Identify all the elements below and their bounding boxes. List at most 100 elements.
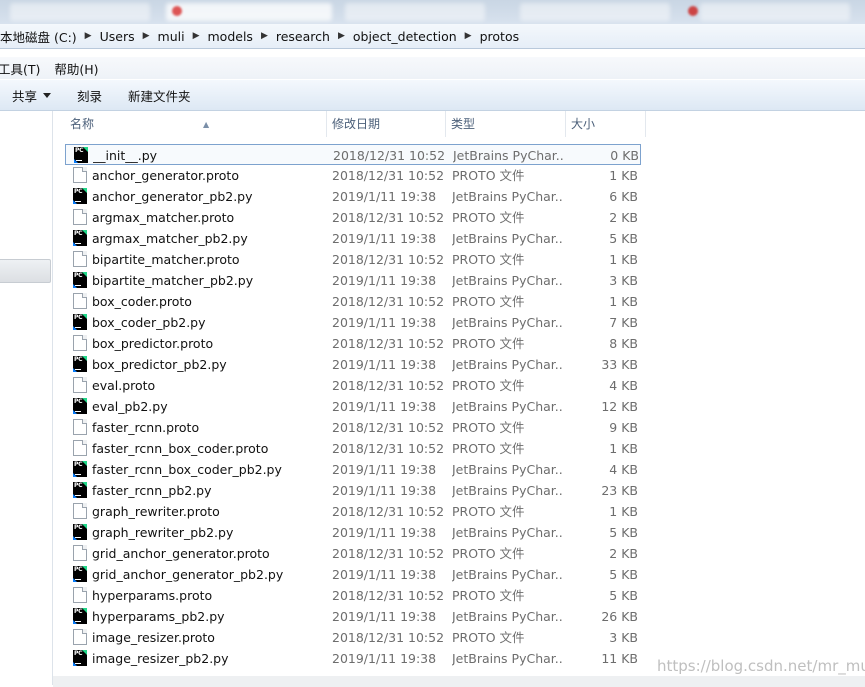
file-row[interactable]: faster_rcnn.proto 2018/12/31 10:52 PROTO 文… (65, 417, 641, 438)
file-row[interactable]: bipartite_matcher.proto 2018/12/31 10:52 P… (65, 249, 641, 270)
new-folder-button[interactable]: 新建文件夹 (116, 86, 191, 105)
document-file-icon (73, 293, 87, 309)
breadcrumb: 本地磁盘 (C:) ▶ Users ▶ muli ▶ models ▶ rese… (0, 24, 524, 48)
document-file-icon (73, 545, 87, 561)
file-date: 2019/1/11 19:38 (332, 483, 437, 498)
breadcrumb-item[interactable]: models (203, 29, 258, 44)
file-name: anchor_generator.proto (92, 168, 239, 183)
file-name: argmax_matcher_pb2.py (92, 231, 248, 246)
file-date: 2019/1/11 19:38 (332, 462, 437, 477)
document-file-icon (73, 587, 87, 603)
file-row[interactable]: graph_rewriter.proto 2018/12/31 10:52 PROT… (65, 501, 641, 522)
file-row[interactable]: PC box_predictor_pb2.py 2019/1/11 19:38 Jet… (65, 354, 641, 375)
file-row[interactable]: PC eval_pb2.py 2019/1/11 19:38 JetBrains Py… (65, 396, 641, 417)
blurred-tab (700, 3, 850, 21)
file-row[interactable]: faster_rcnn_box_coder.proto 2018/12/31 10… (65, 438, 641, 459)
breadcrumb-item[interactable]: 本地磁盘 (C:) (0, 27, 82, 46)
file-row[interactable]: box_predictor.proto 2018/12/31 10:52 PROTO… (65, 333, 641, 354)
column-header-date[interactable]: 修改日期 (327, 111, 446, 137)
column-header-size[interactable]: 大小 (566, 111, 646, 137)
file-name: eval_pb2.py (92, 399, 168, 414)
file-name: hyperparams.proto (92, 588, 213, 603)
file-type: JetBrains PyChar... (452, 609, 564, 624)
document-file-icon (73, 419, 87, 435)
file-list[interactable]: 名称 ▲ 修改日期 类型 大小 PC __init__.py 2018/12/31 … (53, 111, 865, 685)
file-size: 2 KB (609, 210, 638, 225)
chevron-right-icon[interactable]: ▶ (190, 31, 203, 41)
blurred-tab (345, 3, 485, 21)
browser-tab-strip (0, 0, 865, 24)
horizontal-scrollbar[interactable] (53, 676, 865, 687)
breadcrumb-item[interactable]: research (271, 29, 335, 44)
file-row[interactable]: PC graph_rewriter_pb2.py 2019/1/11 19:38 Je… (65, 522, 641, 543)
breadcrumb-item[interactable]: muli (153, 29, 190, 44)
file-size: 0 KB (610, 148, 639, 163)
file-size: 2 KB (609, 546, 638, 561)
file-size: 3 KB (609, 273, 638, 288)
pycharm-file-icon: PC (73, 482, 87, 498)
file-date: 2018/12/31 10:52 (332, 546, 445, 561)
file-type: JetBrains PyChar... (453, 148, 565, 163)
file-date: 2018/12/31 10:52 (332, 420, 445, 435)
file-type: JetBrains PyChar... (452, 651, 564, 666)
file-name: graph_rewriter.proto (92, 504, 220, 519)
breadcrumb-item[interactable]: object_detection (348, 29, 462, 44)
share-button[interactable]: 共享 (0, 86, 52, 105)
file-size: 1 KB (609, 294, 638, 309)
pycharm-file-icon: PC (73, 314, 87, 330)
file-row[interactable]: PC hyperparams_pb2.py 2019/1/11 19:38 JetBr… (65, 606, 641, 627)
file-name: image_resizer.proto (92, 630, 215, 645)
file-row[interactable]: anchor_generator.proto 2018/12/31 10:52 PR… (65, 165, 641, 186)
share-label: 共享 (12, 88, 38, 104)
file-row[interactable]: PC argmax_matcher_pb2.py 2019/1/11 19:38 Je… (65, 228, 641, 249)
burn-button[interactable]: 刻录 (65, 86, 102, 105)
chevron-right-icon[interactable]: ▶ (258, 31, 271, 41)
chevron-right-icon[interactable]: ▶ (140, 31, 153, 41)
file-type: PROTO 文件 (452, 294, 525, 309)
file-row[interactable]: PC box_coder_pb2.py 2019/1/11 19:38 JetBrai… (65, 312, 641, 333)
chevron-right-icon[interactable]: ▶ (82, 31, 95, 41)
file-date: 2019/1/11 19:38 (332, 189, 437, 204)
file-row[interactable]: image_resizer.proto 2018/12/31 10:52 PROTO… (65, 627, 641, 648)
pycharm-file-icon: PC (73, 461, 87, 477)
file-row[interactable]: eval.proto 2018/12/31 10:52 PROTO 文件 4 KB (65, 375, 641, 396)
chevron-right-icon[interactable]: ▶ (335, 31, 348, 41)
file-name: hyperparams_pb2.py (92, 609, 225, 624)
file-date: 2019/1/11 19:38 (332, 315, 437, 330)
navigation-pane[interactable] (0, 111, 53, 685)
breadcrumb-item[interactable]: Users (95, 29, 140, 44)
menu-help[interactable]: 帮助(H) (54, 59, 106, 78)
breadcrumb-item[interactable]: protos (475, 29, 525, 44)
file-type: PROTO 文件 (452, 210, 525, 225)
file-date: 2018/12/31 10:52 (332, 441, 445, 456)
file-name: box_predictor.proto (92, 336, 214, 351)
file-type: JetBrains PyChar... (452, 189, 564, 204)
file-row[interactable]: PC bipartite_matcher_pb2.py 2019/1/11 19:3… (65, 270, 641, 291)
column-header-size-label: 大小 (571, 117, 596, 131)
file-size: 8 KB (609, 336, 638, 351)
file-date: 2019/1/11 19:38 (332, 567, 437, 582)
file-type: PROTO 文件 (452, 378, 525, 393)
document-file-icon (73, 251, 87, 267)
file-row[interactable]: PC __init__.py 2018/12/31 10:52 JetBrains P… (65, 144, 641, 165)
nav-selected-item[interactable] (0, 259, 51, 283)
file-row[interactable]: PC anchor_generator_pb2.py 2019/1/11 19:38… (65, 186, 641, 207)
file-row[interactable]: grid_anchor_generator.proto 2018/12/31 10… (65, 543, 641, 564)
file-row[interactable]: PC grid_anchor_generator_pb2.py 2019/1/11 … (65, 564, 641, 585)
file-date: 2018/12/31 10:52 (332, 336, 445, 351)
file-name: faster_rcnn_box_coder.proto (92, 441, 269, 456)
menu-tools[interactable]: 工具(T) (0, 59, 48, 78)
file-row[interactable]: hyperparams.proto 2018/12/31 10:52 PROTO 文… (65, 585, 641, 606)
address-bar[interactable]: 本地磁盘 (C:) ▶ Users ▶ muli ▶ models ▶ rese… (0, 24, 865, 49)
chevron-right-icon[interactable]: ▶ (462, 31, 475, 41)
file-date: 2018/12/31 10:52 (332, 630, 445, 645)
column-header-name[interactable]: 名称 ▲ (65, 111, 327, 137)
file-row[interactable]: argmax_matcher.proto 2018/12/31 10:52 PROT… (65, 207, 641, 228)
file-size: 4 KB (609, 378, 638, 393)
column-header-date-label: 修改日期 (332, 117, 381, 131)
column-header-type[interactable]: 类型 (446, 111, 566, 137)
file-row[interactable]: PC image_resizer_pb2.py 2019/1/11 19:38 Jet… (65, 648, 641, 669)
file-row[interactable]: box_coder.proto 2018/12/31 10:52 PROTO 文件 1… (65, 291, 641, 312)
file-row[interactable]: PC faster_rcnn_pb2.py 2019/1/11 19:38 JetBr… (65, 480, 641, 501)
file-row[interactable]: PC faster_rcnn_box_coder_pb2.py 2019/1/11 … (65, 459, 641, 480)
